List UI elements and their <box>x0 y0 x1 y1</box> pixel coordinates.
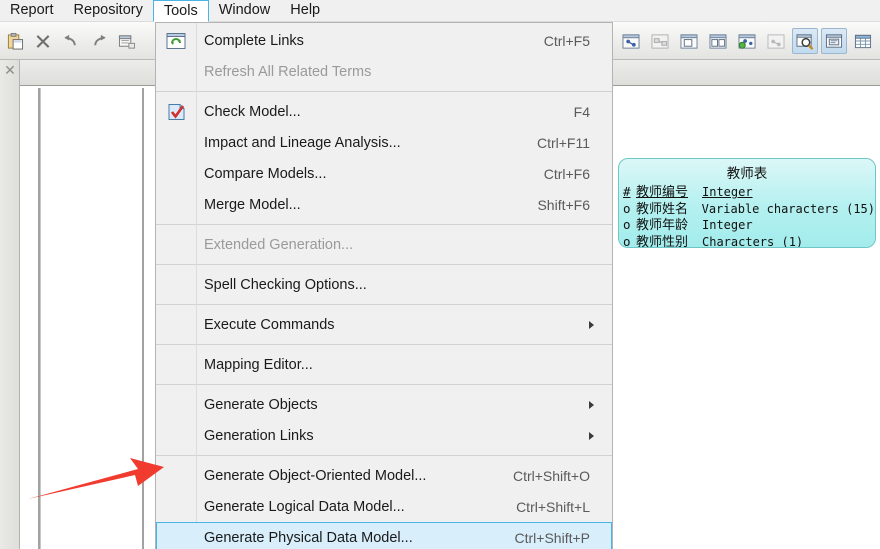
properties-button[interactable] <box>114 28 140 54</box>
menu-item-label: Impact and Lineage Analysis... <box>204 134 401 151</box>
application-window: Diagram_1 ✕ 教师表 # 教师编号 Integer o 教师姓名 Va… <box>0 0 880 549</box>
menu-separator <box>156 455 612 456</box>
entity-attribute-list: # 教师编号 Integer o 教师姓名 Variable character… <box>619 182 875 248</box>
attribute-type: Characters (1) <box>702 234 804 248</box>
attribute-name: 教师年龄 <box>636 218 689 233</box>
physical-table-button[interactable] <box>676 28 702 54</box>
menu-item-generate-objects[interactable]: Generate Objects <box>156 389 612 420</box>
menu-item-label: Mapping Editor... <box>204 356 313 373</box>
canvas-inner-border <box>40 88 41 549</box>
check-model-icon <box>165 102 187 122</box>
menu-item-compare-models[interactable]: Compare Models... Ctrl+F6 <box>156 158 612 189</box>
paste-button[interactable] <box>2 28 28 54</box>
attribute-name: 教师性别 <box>636 234 689 248</box>
menu-item-shortcut: Ctrl+F5 <box>543 32 590 49</box>
menu-item-generation-links[interactable]: Generation Links <box>156 420 612 451</box>
logical-model-button[interactable] <box>647 28 673 54</box>
entity-attribute-row: # 教师编号 Integer <box>623 184 875 201</box>
entity-attribute-row: o 教师性别 Characters (1) <box>623 233 875 248</box>
preview-button[interactable] <box>792 28 818 54</box>
toolbar-right-group <box>618 22 876 60</box>
menu-item-label: Complete Links <box>204 32 304 49</box>
attribute-type: Integer <box>702 218 753 232</box>
menu-separator <box>156 344 612 345</box>
menu-separator <box>156 91 612 92</box>
dependency-button[interactable] <box>763 28 789 54</box>
menu-item-label: Generate Physical Data Model... <box>204 529 413 546</box>
split-panel-button[interactable] <box>705 28 731 54</box>
menu-separator <box>156 264 612 265</box>
menu-item-impact-and-lineage-analysis[interactable]: Impact and Lineage Analysis... Ctrl+F11 <box>156 127 612 158</box>
chevron-right-icon <box>589 431 594 440</box>
menu-item-label: Generate Object-Oriented Model... <box>204 467 427 484</box>
close-icon[interactable]: ✕ <box>2 62 18 78</box>
menu-item-spell-checking-options[interactable]: Spell Checking Options... <box>156 269 612 300</box>
menu-item-label: Generation Links <box>204 427 314 444</box>
menu-item-label: Compare Models... <box>204 165 327 182</box>
attribute-key-mark: o <box>623 200 631 216</box>
menu-item-generate-physical-data-model[interactable]: Generate Physical Data Model... Ctrl+Shi… <box>156 522 612 549</box>
menu-item-label: Merge Model... <box>204 196 301 213</box>
menu-item-shortcut: Shift+F6 <box>537 196 590 213</box>
menu-item-generate-logical-data-model[interactable]: Generate Logical Data Model... Ctrl+Shif… <box>156 491 612 522</box>
menu-item-shortcut: Ctrl+F6 <box>543 165 590 182</box>
redo-button[interactable] <box>86 28 112 54</box>
menu-item-shortcut: Ctrl+Shift+L <box>516 498 590 515</box>
menu-item-label: Spell Checking Options... <box>204 276 367 293</box>
menu-item-merge-model[interactable]: Merge Model... Shift+F6 <box>156 189 612 220</box>
menu-item-shortcut: F4 <box>573 103 590 120</box>
chevron-right-icon <box>589 320 594 329</box>
conceptual-model-button[interactable] <box>618 28 644 54</box>
menu-separator <box>156 224 612 225</box>
entity-title: 教师表 <box>726 166 768 182</box>
tools-dropdown-menu: Complete Links Ctrl+F5 Refresh All Relat… <box>155 22 613 549</box>
menubar-item-window[interactable]: Window <box>209 0 281 21</box>
menu-item-check-model[interactable]: Check Model... F4 <box>156 96 612 127</box>
menu-bar: Report Repository Tools Window Help <box>0 0 880 22</box>
menubar-item-help[interactable]: Help <box>280 0 330 21</box>
menu-item-shortcut: Ctrl+F11 <box>536 134 590 151</box>
menu-separator <box>156 384 612 385</box>
attribute-type: Integer <box>702 185 753 199</box>
menubar-item-tools[interactable]: Tools <box>152 0 209 22</box>
grid-button[interactable] <box>850 28 876 54</box>
menu-item-complete-links[interactable]: Complete Links Ctrl+F5 <box>156 25 612 56</box>
attribute-key-mark: # <box>623 184 631 199</box>
menu-item-label: Refresh All Related Terms <box>204 63 372 80</box>
menu-separator <box>156 304 612 305</box>
toolbar-left-group <box>0 22 140 60</box>
menu-item-shortcut: Ctrl+Shift+P <box>514 529 590 546</box>
entity-teacher-table[interactable]: 教师表 # 教师编号 Integer o 教师姓名 Variable chara… <box>618 158 876 248</box>
menubar-item-repository[interactable]: Repository <box>64 0 153 21</box>
canvas-page-guide <box>142 88 144 549</box>
menu-item-label: Extended Generation... <box>204 236 354 253</box>
refresh-links-icon <box>165 31 187 51</box>
entity-attribute-row: o 教师年龄 Integer <box>623 217 875 234</box>
menubar-item-report[interactable]: Report <box>0 0 64 21</box>
attribute-name: 教师姓名 <box>635 201 688 217</box>
comment-button[interactable] <box>821 28 847 54</box>
menu-item-label: Generate Logical Data Model... <box>204 498 405 515</box>
attribute-name: 教师编号 <box>636 185 689 200</box>
menu-item-label: Check Model... <box>204 103 301 120</box>
delete-button[interactable] <box>30 28 56 54</box>
menu-item-execute-commands[interactable]: Execute Commands <box>156 309 612 340</box>
undo-button[interactable] <box>58 28 84 54</box>
attribute-type: Variable characters (15) <box>701 201 875 216</box>
menu-item-shortcut: Ctrl+Shift+O <box>512 467 590 484</box>
menu-item-refresh-all-related-terms: Refresh All Related Terms <box>156 56 612 87</box>
chevron-right-icon <box>589 400 594 409</box>
entity-attribute-row: o 教师姓名 Variable characters (15) <box>623 201 875 218</box>
menu-item-mapping-editor[interactable]: Mapping Editor... <box>156 349 612 380</box>
generate-model-button[interactable] <box>734 28 760 54</box>
attribute-key-mark: o <box>623 217 631 232</box>
menu-item-label: Generate Objects <box>204 396 318 413</box>
menu-item-extended-generation: Extended Generation... <box>156 229 612 260</box>
left-dock-strip[interactable] <box>0 60 20 549</box>
menu-item-label: Execute Commands <box>204 316 335 333</box>
menu-item-generate-object-oriented-model[interactable]: Generate Object-Oriented Model... Ctrl+S… <box>156 460 612 491</box>
attribute-key-mark: o <box>623 233 631 248</box>
